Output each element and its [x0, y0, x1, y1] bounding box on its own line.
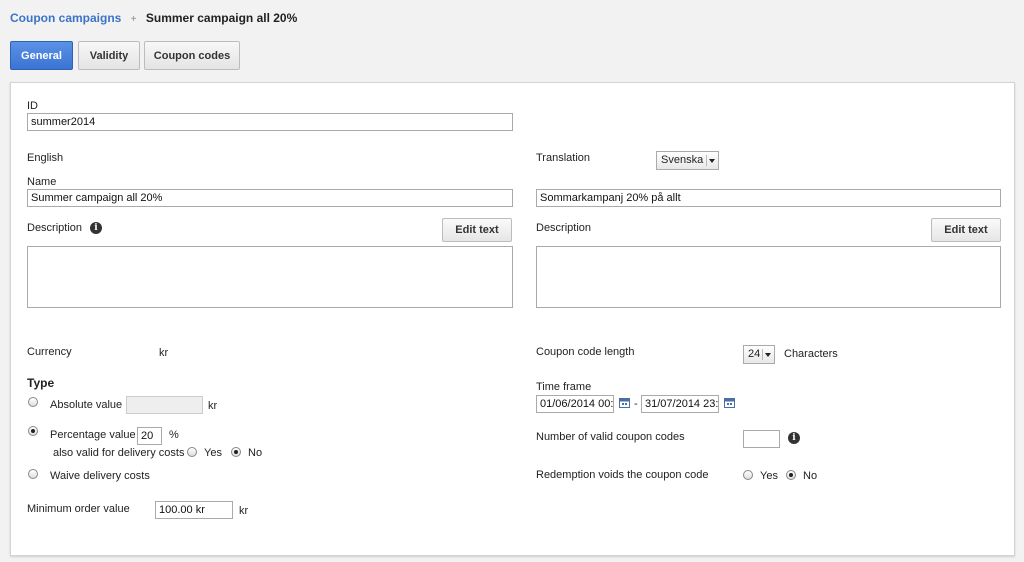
- percentage-value-radio[interactable]: [28, 426, 38, 436]
- redemption-no-radio[interactable]: [786, 470, 796, 480]
- currency-value: kr: [159, 347, 169, 359]
- absolute-value-radio[interactable]: [28, 397, 38, 407]
- id-label: ID: [27, 100, 38, 112]
- breadcrumb: Coupon campaigns + Summer campaign all 2…: [10, 11, 297, 25]
- breadcrumb-coupon-campaigns-link[interactable]: Coupon campaigns: [10, 11, 121, 25]
- valid-codes-input[interactable]: [743, 430, 780, 448]
- waive-delivery-radio[interactable]: [28, 469, 38, 479]
- also-valid-delivery-label: also valid for delivery costs: [53, 447, 185, 459]
- time-frame-dash: -: [634, 398, 638, 410]
- chevron-down-icon: [762, 349, 772, 360]
- translation-description-label: Description: [536, 222, 592, 234]
- id-input[interactable]: summer2014: [27, 113, 513, 131]
- name-label: Name: [27, 176, 57, 188]
- redemption-label: Redemption voids the coupon code: [536, 469, 709, 481]
- absolute-value-label: Absolute value: [50, 399, 123, 411]
- calendar-icon[interactable]: [619, 397, 630, 408]
- percentage-unit: %: [169, 429, 179, 441]
- type-heading: Type: [27, 376, 55, 390]
- delivery-no-radio[interactable]: [231, 447, 241, 457]
- english-label: English: [27, 152, 64, 164]
- chevron-down-icon: [706, 155, 716, 166]
- valid-codes-label: Number of valid coupon codes: [536, 431, 685, 443]
- info-icon[interactable]: i: [788, 432, 800, 444]
- min-order-unit: kr: [239, 505, 249, 517]
- translation-label: Translation: [536, 152, 591, 164]
- edit-text-button[interactable]: Edit text: [442, 218, 512, 242]
- translation-name-input[interactable]: Sommarkampanj 20% på allt: [536, 189, 1001, 207]
- delivery-no-label: No: [248, 447, 263, 459]
- name-input[interactable]: Summer campaign all 20%: [27, 189, 513, 207]
- delivery-yes-label: Yes: [204, 447, 222, 459]
- info-icon[interactable]: i: [90, 222, 102, 234]
- absolute-value-unit: kr: [208, 400, 218, 412]
- tab-validity[interactable]: Validity: [78, 41, 140, 70]
- delivery-yes-radio[interactable]: [187, 447, 197, 457]
- min-order-label: Minimum order value: [27, 503, 130, 515]
- characters-label: Characters: [784, 348, 838, 360]
- redemption-yes-radio[interactable]: [743, 470, 753, 480]
- time-frame-end-input[interactable]: 31/07/2014 23:5: [641, 395, 719, 413]
- description-textarea[interactable]: [27, 246, 513, 308]
- description-label: Description: [27, 222, 83, 234]
- currency-label: Currency: [27, 346, 72, 358]
- translation-edit-text-button[interactable]: Edit text: [931, 218, 1001, 242]
- breadcrumb-separator: +: [130, 14, 137, 25]
- code-length-value: 24: [748, 348, 761, 360]
- waive-delivery-label: Waive delivery costs: [50, 470, 150, 482]
- breadcrumb-current: Summer campaign all 20%: [145, 11, 298, 25]
- tab-general[interactable]: General: [10, 41, 73, 70]
- tab-coupon-codes[interactable]: Coupon codes: [144, 41, 240, 70]
- translation-description-textarea[interactable]: [536, 246, 1001, 308]
- code-length-label: Coupon code length: [536, 346, 635, 358]
- redemption-yes-label: Yes: [760, 470, 778, 482]
- min-order-input[interactable]: 100.00 kr: [155, 501, 233, 519]
- percentage-value-label: Percentage value: [50, 429, 136, 441]
- time-frame-start-input[interactable]: 01/06/2014 00:0: [536, 395, 614, 413]
- percentage-value-input[interactable]: 20: [137, 427, 162, 445]
- time-frame-label: Time frame: [536, 381, 592, 393]
- calendar-icon[interactable]: [724, 397, 735, 408]
- translation-language-value: Svenska: [661, 154, 704, 166]
- code-length-select[interactable]: 24: [743, 345, 775, 364]
- absolute-value-input[interactable]: [126, 396, 203, 414]
- general-panel: ID summer2014 English Name Summer campai…: [10, 82, 1015, 556]
- translation-language-select[interactable]: Svenska: [656, 151, 719, 170]
- redemption-no-label: No: [803, 470, 818, 482]
